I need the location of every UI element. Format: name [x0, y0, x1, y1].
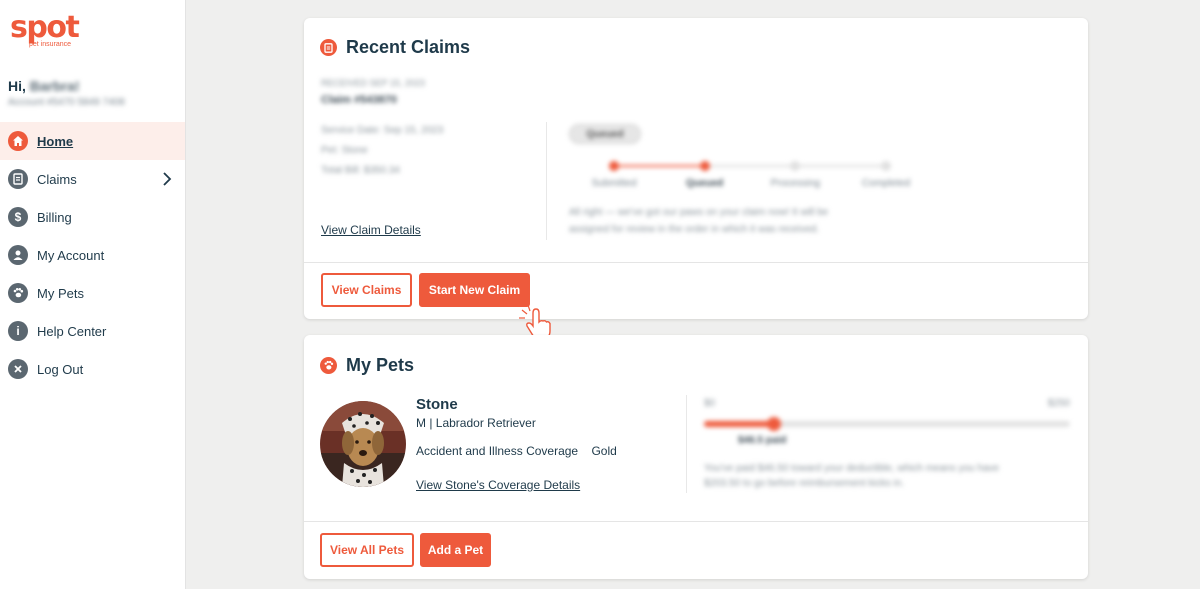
deductible-max-label: $250 [1047, 398, 1070, 409]
pet-name: Stone [416, 396, 458, 413]
close-icon [8, 359, 28, 379]
user-icon [8, 245, 28, 265]
pet-coverage: Accident and Illness Coverage Gold [416, 444, 617, 458]
sidebar-item-my-pets[interactable]: My Pets [0, 274, 185, 312]
sidebar-item-label: Claims [37, 171, 77, 187]
deductible-min-label: $0 [704, 398, 716, 409]
dollar-icon: $ [8, 207, 28, 227]
sidebar-item-log-out[interactable]: Log Out [0, 350, 185, 388]
card-title-text: My Pets [346, 355, 415, 375]
claim-step-dot [699, 161, 710, 171]
claim-number: Claim #543870 [321, 94, 397, 106]
claim-step-dot [609, 161, 619, 171]
sidebar-item-label: Billing [37, 209, 72, 225]
claim-status-message-2: assigned for review in the order in whic… [569, 224, 820, 235]
status-badge: Queued [569, 124, 641, 144]
sidebar-item-home[interactable]: Home [0, 122, 185, 160]
deductible-progress-knob [766, 417, 781, 431]
claim-step-dot [790, 161, 801, 171]
claim-progress-track [614, 165, 886, 167]
claim-step-label: Queued [686, 178, 724, 189]
coverage-tier: Gold [591, 444, 617, 458]
sidebar-item-label: Log Out [37, 361, 84, 377]
recent-claims-title: Recent Claims [320, 37, 470, 58]
claim-step-dot [881, 161, 891, 171]
claim-service-date: Service Date: Sep 15, 2023 [321, 125, 444, 136]
sidebar: spot pet insurance Hi, Barbra! Account #… [0, 0, 186, 589]
add-a-pet-button[interactable]: Add a Pet [420, 533, 491, 567]
logo-wordmark: spot [10, 10, 80, 45]
sidebar-item-label: Home [37, 133, 74, 149]
claim-received-date: RECEIVED SEP 15, 2023 [321, 78, 425, 88]
claim-pet: Pet: Stone [321, 145, 368, 156]
sidebar-nav: Home Claims $ Billing My Account My Pets [0, 122, 185, 388]
sidebar-item-help-center[interactable]: i Help Center [0, 312, 185, 350]
paw-icon [320, 357, 337, 374]
card-footer-divider [304, 262, 1088, 263]
clipboard-icon [8, 169, 28, 189]
spot-logo[interactable]: spot pet insurance [10, 10, 80, 49]
claim-total-bill: Total Bill: $350.34 [321, 165, 400, 176]
deductible-progress-bar [704, 421, 1070, 427]
claim-step-label: Submitted [591, 178, 637, 189]
info-icon: i [8, 321, 28, 341]
clipboard-icon [320, 39, 337, 56]
view-all-pets-button[interactable]: View All Pets [320, 533, 414, 567]
sidebar-item-label: Help Center [37, 323, 107, 339]
user-name: Barbra! [29, 78, 80, 94]
claim-step-label: Completed [861, 178, 911, 189]
claim-divider [546, 122, 547, 240]
start-new-claim-button[interactable]: Start New Claim [419, 273, 530, 307]
view-claim-details-link[interactable]: View Claim Details [321, 223, 421, 237]
logo-subtext: pet insurance [29, 41, 72, 48]
sidebar-item-billing[interactable]: $ Billing [0, 198, 185, 236]
card-footer-divider [304, 521, 1088, 522]
claim-step-label: Processing [770, 178, 821, 189]
account-number: Account #5470 5849 7408 [8, 97, 125, 108]
view-coverage-details-link[interactable]: View Stone's Coverage Details [416, 478, 580, 492]
deductible-message-2: $203.50 to go before reimbursement kicks… [704, 478, 905, 489]
home-icon [8, 131, 28, 151]
deductible-progress-fill [704, 421, 774, 427]
sidebar-item-claims[interactable]: Claims [0, 160, 185, 198]
greeting-prefix: Hi, [8, 78, 30, 94]
my-pets-title: My Pets [320, 355, 414, 376]
user-greeting: Hi, Barbra! [8, 78, 80, 94]
claim-status-message-1: All right — we've got our paws on your c… [569, 207, 829, 218]
card-title-text: Recent Claims [346, 37, 471, 57]
coverage-label: Accident and Illness Coverage [416, 444, 579, 458]
paw-icon [8, 283, 28, 303]
claim-progress-fill [614, 165, 705, 167]
pet-avatar [320, 401, 406, 487]
recent-claims-card: Recent Claims RECEIVED SEP 15, 2023 Clai… [304, 18, 1088, 340]
sidebar-item-label: My Pets [37, 285, 84, 301]
sidebar-item-my-account[interactable]: My Account [0, 236, 185, 274]
view-claims-button[interactable]: View Claims [321, 273, 412, 307]
pet-divider [686, 395, 687, 493]
pet-details: M | Labrador Retriever [416, 416, 536, 430]
deductible-message-1: You've paid $46.50 toward your deductibl… [704, 463, 1000, 474]
my-pets-card: My Pets Stone M | Labrador Retriever Acc… [304, 335, 1088, 579]
deductible-paid-label: $46.5 paid [738, 435, 787, 446]
chevron-right-icon[interactable] [159, 171, 175, 187]
sidebar-item-label: My Account [37, 247, 105, 263]
